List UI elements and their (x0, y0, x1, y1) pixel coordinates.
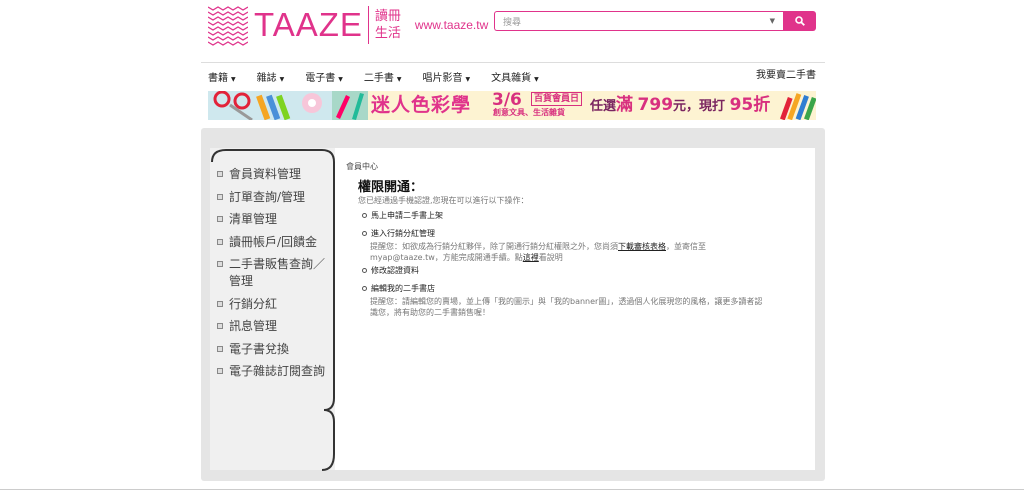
site-header: TAAZE 讀冊生活 www.taaze.tw 搜尋 ▼ (208, 0, 816, 62)
search-button[interactable] (783, 11, 816, 31)
footer-divider (0, 489, 1024, 490)
nav-item-music-video[interactable]: 唱片影音 ▼ (423, 69, 471, 84)
sidebar-item-used-sales[interactable]: 二手書販售查詢／管理 (217, 256, 327, 290)
search-icon (794, 16, 805, 26)
taaze-logo[interactable]: TAAZE 讀冊生活 www.taaze.tw (208, 4, 489, 46)
sidebar-item-member-data[interactable]: 會員資料管理 (217, 166, 327, 183)
bullet-icon (217, 368, 223, 374)
logo-divider (367, 6, 369, 44)
option-apply-used-listing[interactable]: 馬上申請二手書上架 (362, 210, 443, 221)
store-note: 提醒您：請編輯您的賣場，並上傳「我的圖示」與「我的banner圖」，透過個人化展… (370, 297, 763, 317)
main-nav: 書籍 ▼ 雜誌 ▼ 電子書 ▼ 二手書 ▼ 唱片影音 ▼ 文具雜貨 ▼ 我要賣二手書 (208, 62, 816, 90)
search-bar: 搜尋 ▼ (494, 11, 816, 31)
affiliate-note: 提醒您：如欲成為行銷分紅夥伴，除了開通行銷分紅權限之外，您尚須下載審核表格，並寄… (370, 242, 706, 262)
bullet-icon (217, 193, 223, 200)
logo-text: TAAZE (254, 6, 363, 43)
nav-item-ebooks[interactable]: 電子書 ▼ (305, 69, 343, 84)
circle-bullet-icon (362, 268, 367, 273)
search-input[interactable]: 搜尋 ▼ (494, 11, 783, 31)
sidebar-item-messages[interactable]: 訊息管理 (217, 318, 327, 335)
sidebar-item-affiliate[interactable]: 行銷分紅 (217, 296, 327, 313)
option-affiliate-management[interactable]: 進入行銷分紅管理 (362, 228, 435, 239)
banner-category: 創意文具、生活雜貨 (493, 108, 565, 117)
option-edit-used-store[interactable]: 編輯我的二手書店 (362, 283, 435, 294)
circle-bullet-icon (362, 213, 367, 218)
bullet-icon (217, 323, 223, 329)
option-edit-verification[interactable]: 修改認證資料 (362, 265, 419, 276)
sidebar-menu: 會員資料管理 訂單查詢/管理 清單管理 讀冊帳戶/回饋金 二手書販售查詢／管理 … (217, 166, 327, 386)
banner-date: 3/6 (492, 91, 522, 110)
download-form-link[interactable]: 下載審核表格 (618, 242, 666, 251)
search-placeholder: 搜尋 (503, 17, 522, 28)
bullet-icon (217, 216, 223, 222)
bullet-icon (217, 238, 223, 245)
logo-chinese: 讀冊生活 (374, 9, 401, 41)
stationery-illustration (208, 91, 368, 120)
caret-down-icon[interactable]: ▼ (770, 17, 775, 25)
circle-bullet-icon (362, 286, 367, 291)
nav-item-used-books[interactable]: 二手書 ▼ (364, 69, 402, 84)
banner-member-day: 百貨會員日 (531, 92, 583, 106)
crayons-illustration (778, 91, 816, 120)
page-title: 權限開通： (358, 180, 424, 195)
nav-item-stationery[interactable]: 文具雜貨 ▼ (491, 69, 539, 84)
sidebar-item-emagazine[interactable]: 電子雜誌訂閱查詢 (217, 363, 327, 380)
zigzag-logo-mark (208, 6, 248, 46)
banner-headline: 迷人色彩學 (371, 94, 472, 116)
bullet-icon (217, 300, 223, 307)
bullet-icon (217, 171, 223, 177)
nav-item-magazines[interactable]: 雜誌 ▼ (257, 69, 285, 84)
logo-url: www.taaze.tw (414, 18, 489, 32)
sidebar-item-account[interactable]: 讀冊帳戶/回饋金 (217, 234, 327, 251)
nav-item-books[interactable]: 書籍 ▼ (208, 69, 236, 84)
here-link[interactable]: 這裡 (523, 253, 539, 262)
bullet-icon (217, 261, 223, 267)
banner-offer: 任選滿 799元，現打 95折 (590, 95, 771, 115)
circle-bullet-icon (362, 231, 367, 236)
intro-text: 您已經通過手機認證,您現在可以進行以下操作： (358, 196, 529, 205)
sidebar-item-ebook-redeem[interactable]: 電子書兌換 (217, 341, 327, 358)
sell-used-books-link[interactable]: 我要賣二手書 (756, 62, 816, 90)
breadcrumb[interactable]: 會員中心 (346, 161, 378, 172)
promo-banner[interactable]: 迷人色彩學 3/6 百貨會員日 創意文具、生活雜貨 任選滿 799元，現打 95… (208, 91, 816, 120)
sidebar-item-lists[interactable]: 清單管理 (217, 211, 327, 228)
bullet-icon (217, 345, 223, 352)
sidebar-item-orders[interactable]: 訂單查詢/管理 (217, 189, 327, 206)
